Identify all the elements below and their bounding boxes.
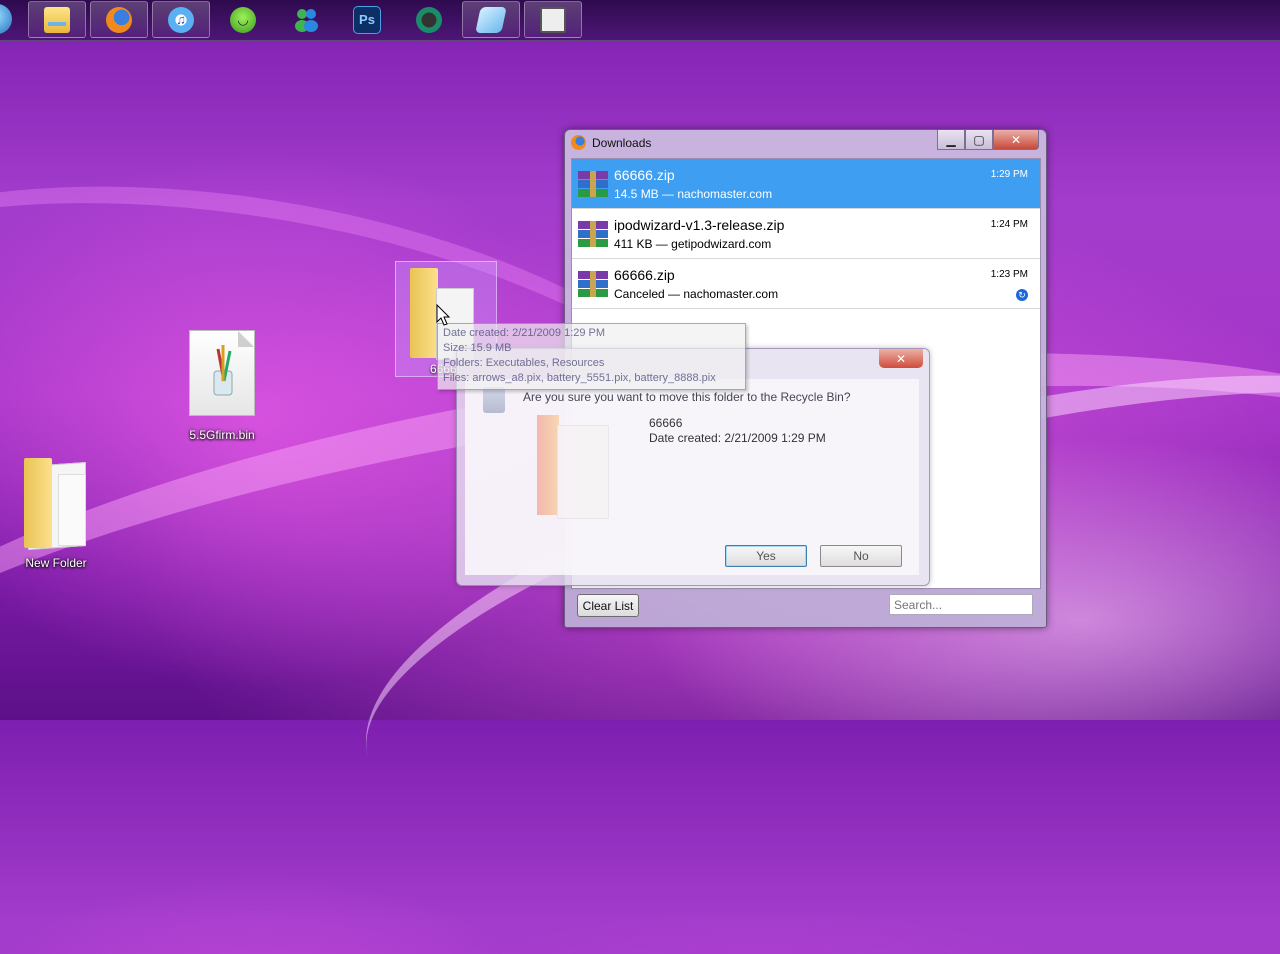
download-status: Canceled — nachomaster.com [614,287,779,301]
download-item[interactable]: 66666.zip 14.5 MB — nachomaster.com 1:29… [572,159,1040,209]
yes-button[interactable]: Yes [725,545,807,567]
tooltip-line: Date created: 2/21/2009 1:29 PM [443,327,606,339]
close-icon: ✕ [895,351,907,366]
maximize-icon: ▢ [973,132,985,147]
download-time: 1:29 PM [990,169,1028,180]
desktop-icon-label: New Folder [25,556,87,570]
taskbar-media-center-button[interactable] [400,1,458,38]
winrar-archive-icon [578,171,608,197]
taskbar-frog-button[interactable]: ◡ [214,1,272,38]
folder-icon [44,6,70,33]
download-filename: 66666.zip [614,267,675,283]
tooltip-line: Files: arrows_a8.pix, battery_5551.pix, … [443,372,716,384]
snipping-tool-icon [540,6,566,33]
winrar-archive-icon [578,221,608,247]
retry-icon[interactable]: ↻ [1016,289,1028,301]
download-status: 411 KB — getipodwizard.com [614,237,772,251]
taskbar: ♫ ◡ Ps [0,0,1280,41]
dialog-item-name: 66666 [649,416,683,430]
desktop-icon-5.5gfirm[interactable]: 5.5Gfirm.bin [184,330,260,442]
messenger-icon [292,7,318,33]
close-button[interactable]: ✕ [993,130,1039,150]
recycle-bin-icon [483,387,505,413]
folder-icon [22,456,90,551]
mouse-cursor-icon [436,304,450,326]
media-center-icon [416,6,442,33]
start-orb[interactable] [0,4,12,34]
dialog-question: Are you sure you want to move this folde… [523,390,851,404]
search-input[interactable] [889,594,1033,615]
firefox-icon [106,6,132,33]
firefox-icon [571,135,586,150]
folder-info-tooltip: Date created: 2/21/2009 1:29 PM Size: 15… [437,323,746,390]
dialog-item-date: Date created: 2/21/2009 1:29 PM [649,431,826,445]
taskbar-explorer-button[interactable] [28,1,86,38]
desktop-icon-label: 5.5Gfirm.bin [189,428,255,442]
window-title: Downloads [592,136,652,150]
download-time: 1:24 PM [990,219,1028,230]
taskbar-photoshop-button[interactable]: Ps [338,1,396,38]
dialog-close-button[interactable]: ✕ [879,349,923,368]
download-item[interactable]: ipodwizard-v1.3-release.zip 411 KB — get… [572,209,1040,259]
minimize-icon: ▁ [946,132,956,147]
download-filename: 66666.zip [614,167,675,183]
notepad-icon [475,6,507,33]
taskbar-messenger-button[interactable] [276,1,334,38]
photoshop-icon: Ps [353,5,381,34]
bin-file-icon [189,330,255,416]
frog-icon: ◡ [230,6,256,33]
clear-list-button[interactable]: Clear List [577,594,639,617]
folder-icon [535,415,611,519]
close-icon: ✕ [1010,132,1022,147]
minimize-button[interactable]: ▁ [937,130,965,150]
download-time: 1:23 PM [990,269,1028,280]
desktop-icon-new-folder[interactable]: New Folder [14,456,98,570]
download-filename: ipodwizard-v1.3-release.zip [614,217,785,233]
taskbar-snipping-tool-button[interactable] [524,1,582,38]
download-item[interactable]: 66666.zip Canceled — nachomaster.com 1:2… [572,259,1040,309]
itunes-icon: ♫ [168,6,194,33]
tooltip-line: Folders: Executables, Resources [443,357,605,369]
taskbar-itunes-button[interactable]: ♫ [152,1,210,38]
maximize-button[interactable]: ▢ [965,130,993,150]
dialog-body: Are you sure you want to move this folde… [465,379,919,575]
download-status: 14.5 MB — nachomaster.com [614,187,773,201]
winrar-archive-icon [578,271,608,297]
taskbar-notepad-button[interactable] [462,1,520,38]
tooltip-line: Size: 15.9 MB [443,342,512,354]
no-button[interactable]: No [820,545,902,567]
taskbar-firefox-button[interactable] [90,1,148,38]
